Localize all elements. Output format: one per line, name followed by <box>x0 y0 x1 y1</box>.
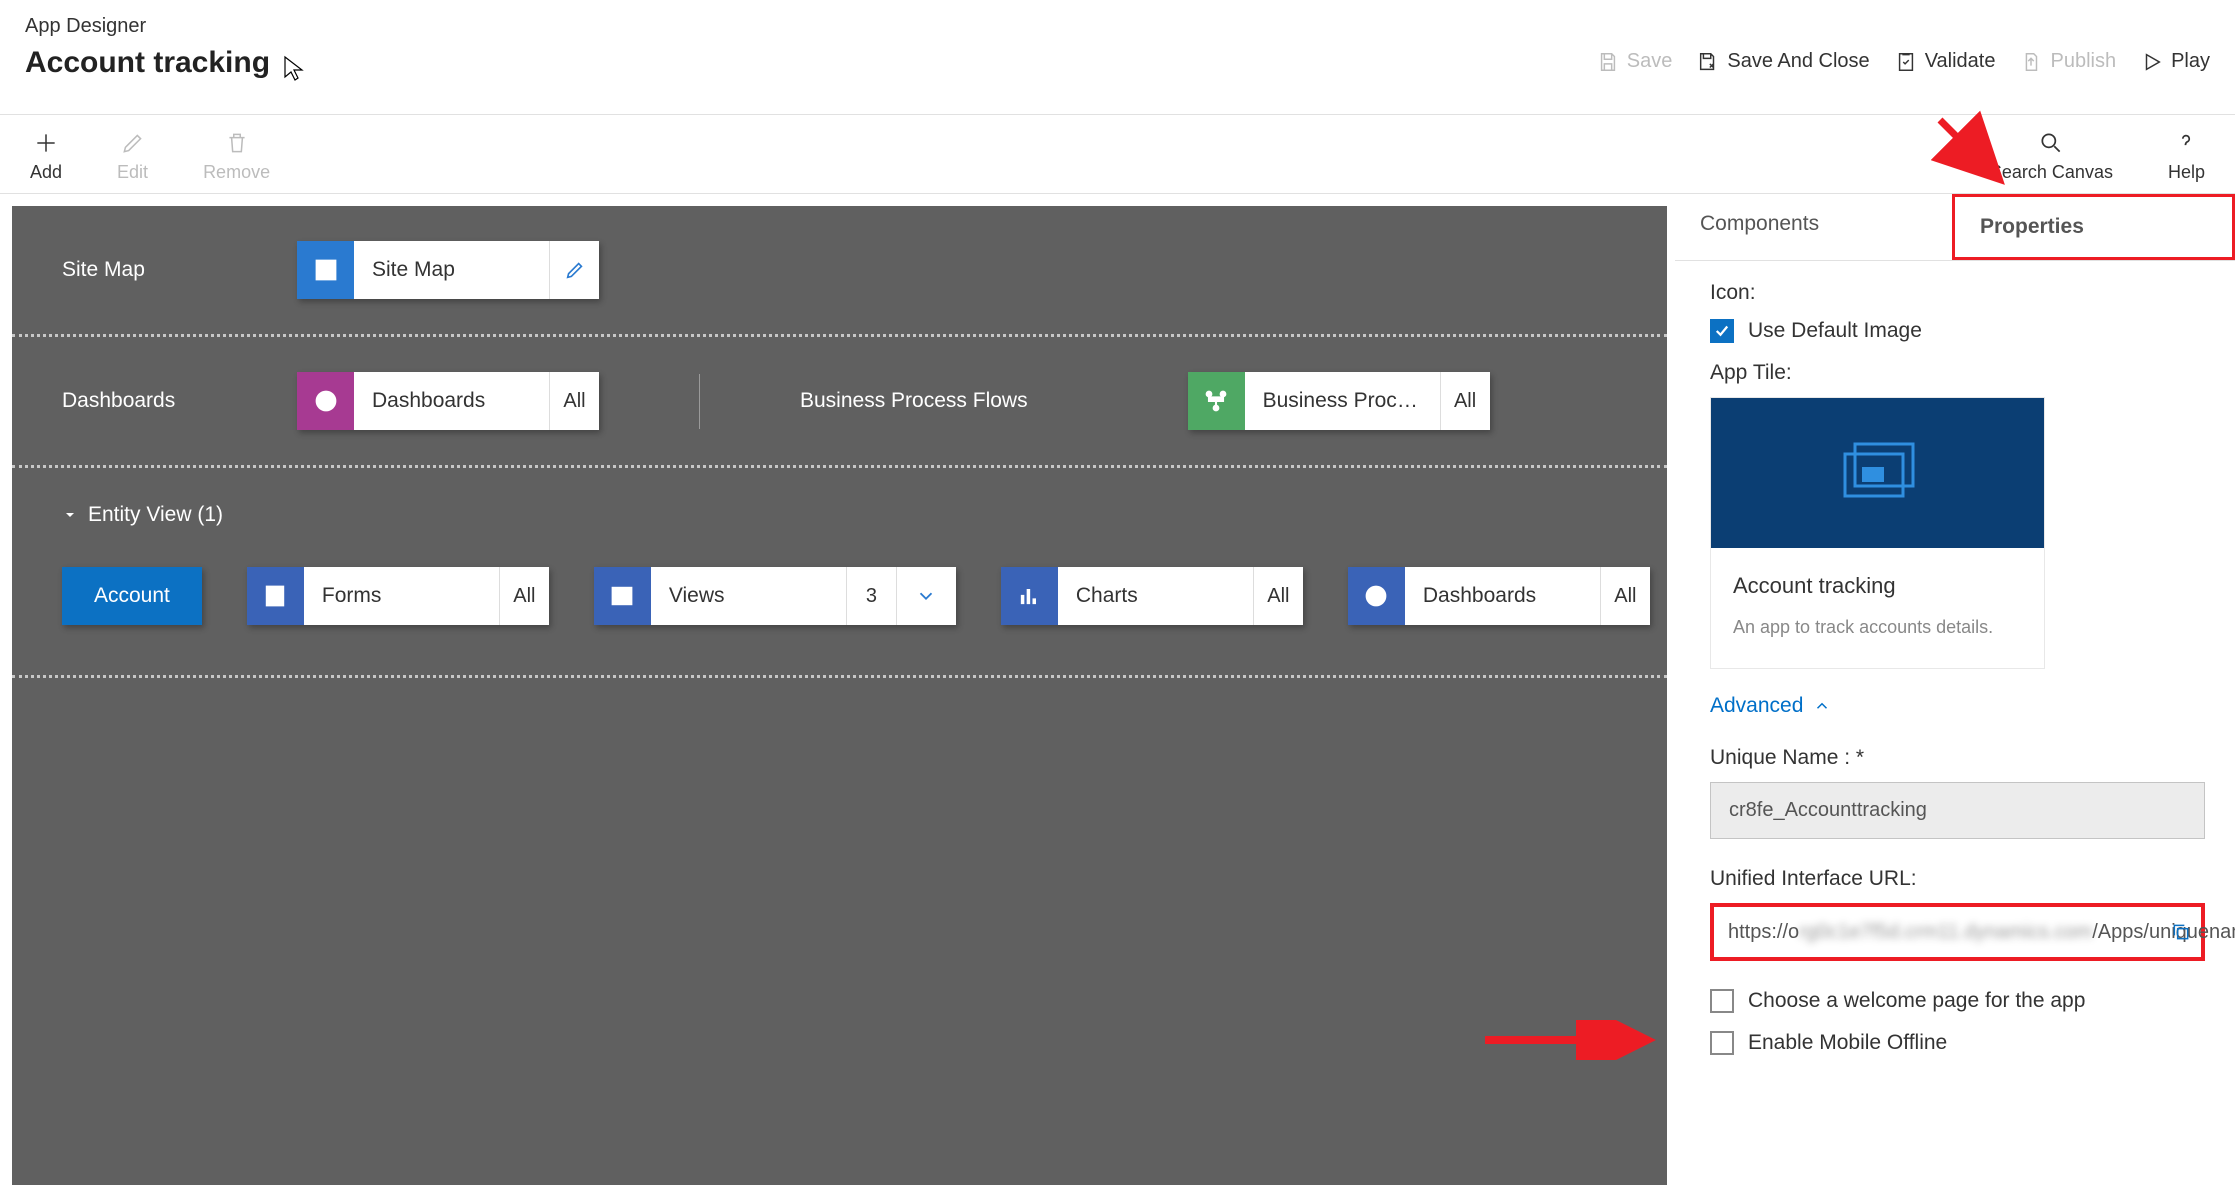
forms-count[interactable]: All <box>499 567 549 625</box>
search-icon <box>2038 130 2064 156</box>
flow-icon <box>1188 372 1245 430</box>
sitemap-section-label: Site Map <box>62 258 197 282</box>
gauge-icon <box>297 372 354 430</box>
entity-view-toggle[interactable]: Entity View (1) <box>62 503 223 527</box>
entity-dashboards-count[interactable]: All <box>1600 567 1650 625</box>
help-button[interactable]: Help <box>2168 130 2205 183</box>
advanced-toggle[interactable]: Advanced <box>1710 694 2200 718</box>
save-icon <box>1597 51 1619 73</box>
dashboards-section-label: Dashboards <box>62 389 197 413</box>
unique-name-input[interactable] <box>1710 782 2205 839</box>
header-bar: App Designer Account tracking Save Save … <box>0 0 2235 115</box>
add-button[interactable]: Add <box>30 130 62 183</box>
toolbar: Add Edit Remove Search Canvas Help <box>0 115 2235 194</box>
app-tile-preview: Account tracking An app to track account… <box>1710 397 2045 669</box>
tab-components[interactable]: Components <box>1675 194 1952 260</box>
form-icon <box>247 567 304 625</box>
charts-tile[interactable]: Charts All <box>1001 567 1303 625</box>
help-icon <box>2173 130 2199 156</box>
apptile-label: App Tile: <box>1710 361 2200 385</box>
chart-icon <box>1001 567 1058 625</box>
plus-icon <box>33 130 59 156</box>
chevron-up-icon <box>1813 697 1831 715</box>
checkbox-empty-icon <box>1710 989 1734 1013</box>
views-dropdown[interactable] <box>896 567 956 625</box>
chevron-down-icon <box>62 507 78 523</box>
play-button[interactable]: Play <box>2141 50 2210 73</box>
validate-button[interactable]: Validate <box>1895 50 1996 73</box>
pencil-icon <box>120 130 146 156</box>
app-tile-image <box>1711 398 2044 548</box>
grid-icon <box>594 567 651 625</box>
views-count[interactable]: 3 <box>846 567 896 625</box>
save-close-button[interactable]: Save And Close <box>1697 50 1869 73</box>
sitemap-tile[interactable]: Site Map <box>297 241 599 299</box>
sitemap-edit[interactable] <box>549 241 599 299</box>
entity-dashboards-tile[interactable]: Dashboards All <box>1348 567 1650 625</box>
checkbox-checked-icon <box>1710 319 1734 343</box>
designer-label: App Designer <box>25 15 270 38</box>
bpf-section-label: Business Process Flows <box>800 389 1028 413</box>
properties-panel: Components Properties Icon: Use Default … <box>1675 194 2235 1185</box>
app-tile-name: Account tracking <box>1733 573 2022 599</box>
dashboards-tile[interactable]: Dashboards All <box>297 372 599 430</box>
url-label: Unified Interface URL: <box>1710 867 2200 891</box>
trash-icon <box>224 130 250 156</box>
app-tile-description: An app to track accounts details. <box>1733 617 2022 638</box>
app-title: Account tracking <box>25 46 270 80</box>
tab-properties[interactable]: Properties <box>1952 194 2235 260</box>
gauge-icon <box>1348 567 1405 625</box>
save-close-icon <box>1697 51 1719 73</box>
welcome-page-checkbox[interactable]: Choose a welcome page for the app <box>1710 989 2200 1013</box>
publish-icon <box>2020 51 2042 73</box>
copy-icon[interactable] <box>2171 921 2191 951</box>
canvas-area[interactable]: Site Map Site Map Dashboards Dashboards … <box>12 206 1667 1185</box>
dashboards-count[interactable]: All <box>549 372 599 430</box>
play-icon <box>2141 51 2163 73</box>
sitemap-icon <box>297 241 354 299</box>
save-button[interactable]: Save <box>1597 50 1673 73</box>
publish-button[interactable]: Publish <box>2020 50 2116 73</box>
bpf-tile[interactable]: Business Proces… All <box>1188 372 1490 430</box>
use-default-image-checkbox[interactable]: Use Default Image <box>1710 319 2200 343</box>
mobile-offline-checkbox[interactable]: Enable Mobile Offline <box>1710 1031 2200 1055</box>
checkbox-empty-icon <box>1710 1031 1734 1055</box>
remove-button[interactable]: Remove <box>203 130 270 183</box>
unique-name-label: Unique Name : * <box>1710 746 2200 770</box>
icon-label: Icon: <box>1710 281 2200 305</box>
unified-interface-url: https://org0c1e7f5d.crm11.dynamics.com/A… <box>1710 903 2205 961</box>
views-tile[interactable]: Views 3 <box>594 567 956 625</box>
charts-count[interactable]: All <box>1253 567 1303 625</box>
edit-button[interactable]: Edit <box>117 130 148 183</box>
bpf-count[interactable]: All <box>1440 372 1490 430</box>
divider <box>699 374 700 429</box>
forms-tile[interactable]: Forms All <box>247 567 549 625</box>
entity-account-button[interactable]: Account <box>62 567 202 625</box>
search-canvas-button[interactable]: Search Canvas <box>1990 130 2113 183</box>
validate-icon <box>1895 51 1917 73</box>
